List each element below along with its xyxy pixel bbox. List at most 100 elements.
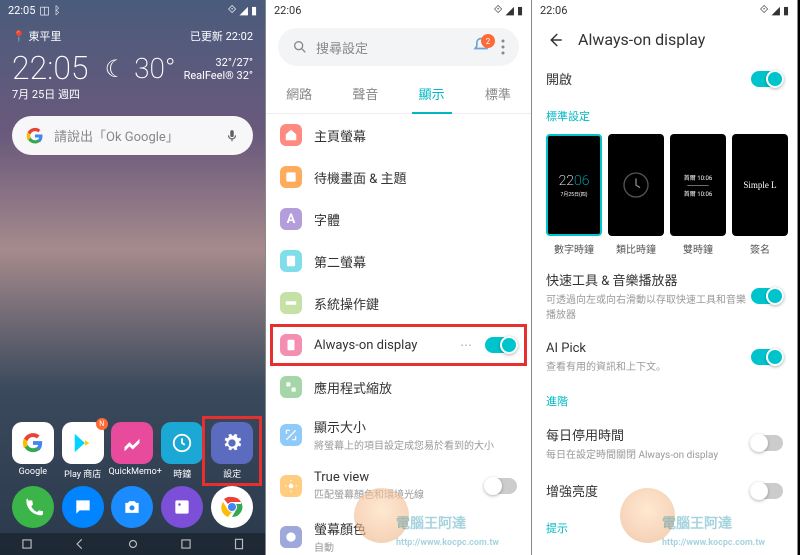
app-google[interactable]: Google xyxy=(9,422,57,480)
setting-aod[interactable]: Always-on display ⋯ xyxy=(266,324,531,366)
back-icon[interactable] xyxy=(546,31,564,49)
status-bar: 22:06 ⟐◢ ▮ xyxy=(266,0,531,20)
realfeel: RealFeel® 32° xyxy=(184,69,253,82)
setting-nav-keys[interactable]: 系統操作鍵 xyxy=(266,282,531,324)
dock xyxy=(0,486,265,531)
setting-app-scaling[interactable]: 應用程式縮放 xyxy=(266,366,531,408)
section-standard: 標準設定 xyxy=(532,98,797,130)
app-settings[interactable]: 設定 xyxy=(208,422,256,480)
clock-date: 7月 25日 週四 xyxy=(12,86,89,102)
status-time: 22:06 xyxy=(274,4,301,17)
status-bar: 22:05 ◫ ᛒ ⟐ ◢ ▮ xyxy=(0,0,265,20)
setting-font[interactable]: A字體 xyxy=(266,198,531,240)
weather-widget[interactable]: 22:05 7月 25日 週四 ☾ 30° 32°/27° RealFeel® … xyxy=(0,52,265,102)
aod-ai-pick[interactable]: AI Pick 查看有用的資訊和上下文。 xyxy=(532,331,797,383)
toggle-aipick[interactable] xyxy=(751,349,783,365)
preview-dual[interactable]: 首爾 10:06─────首爾 10:06 雙時鐘 xyxy=(670,134,726,256)
tab-sound[interactable]: 聲音 xyxy=(332,74,398,113)
watermark-cartoon xyxy=(354,488,409,543)
app-label: Google xyxy=(9,467,57,477)
signal-icon: ◢ xyxy=(505,4,513,17)
nav-back-icon[interactable] xyxy=(73,537,87,551)
settings-tabs: 網路 聲音 顯示 標準 xyxy=(266,74,531,114)
nfc-icon: ⟐ xyxy=(760,3,769,17)
app-clock[interactable]: 時鐘 xyxy=(158,422,206,480)
battery-icon: ▮ xyxy=(783,4,789,17)
nav-home-icon[interactable] xyxy=(126,537,140,551)
settings-list: 主頁螢幕 待機畫面 & 主題 A字體 第二螢幕 系統操作鍵 Always-on … xyxy=(266,114,531,555)
google-icon xyxy=(26,127,44,145)
search-icon xyxy=(292,39,308,55)
toggle-quick[interactable] xyxy=(751,288,783,304)
toggle-trueview[interactable] xyxy=(485,478,517,494)
more-icon[interactable] xyxy=(501,39,505,55)
aod-daily-off[interactable]: 每日停用時間 每日在設定時間關閉 Always-on display xyxy=(532,415,797,471)
nav-bar xyxy=(0,533,265,555)
location-text: 東平里 xyxy=(28,30,61,43)
dock-chrome[interactable] xyxy=(211,486,253,528)
signal-icon: ◢ xyxy=(771,4,779,17)
mic-icon[interactable] xyxy=(225,129,239,143)
bluetooth-icon: ᛒ xyxy=(54,4,61,17)
preview-signature[interactable]: Simple L 簽名 xyxy=(732,134,788,256)
aod-enable-row[interactable]: 開啟 xyxy=(532,59,797,98)
toggle-enable[interactable] xyxy=(751,71,783,87)
page-header: Always-on display xyxy=(532,20,797,59)
app-label: QuickMemo+ xyxy=(108,467,156,477)
watermark-cartoon xyxy=(620,488,675,543)
clock-time: 22:05 xyxy=(12,52,89,84)
notification-bell[interactable]: 2 xyxy=(471,36,493,58)
enable-label: 開啟 xyxy=(546,69,751,88)
nfc-icon: ⟐ xyxy=(228,3,237,17)
temperature: 30° xyxy=(134,52,175,85)
dock-gallery[interactable] xyxy=(161,486,203,528)
nav-recents-icon[interactable] xyxy=(179,537,193,551)
nav-overview-icon[interactable] xyxy=(20,537,34,551)
setting-second-screen[interactable]: 第二螢幕 xyxy=(266,240,531,282)
nav-sim-icon[interactable] xyxy=(232,537,246,551)
tab-display[interactable]: 顯示 xyxy=(399,74,465,113)
google-search-bar[interactable]: 請說出「Ok Google」 xyxy=(12,116,253,155)
status-bar: 22:06 ⟐◢▮ xyxy=(532,0,797,20)
app-label: 時鐘 xyxy=(158,467,206,480)
dock-phone[interactable] xyxy=(12,486,54,528)
toggle-aod[interactable] xyxy=(485,337,517,353)
dock-messages[interactable] xyxy=(62,486,104,528)
battery-icon: ▮ xyxy=(517,4,523,17)
updated-text: 已更新 22:02 xyxy=(190,28,253,44)
app-label: Play 商店 xyxy=(59,467,107,480)
phone-aod-settings: 22:06 ⟐◢▮ Always-on display 開啟 標準設定 2206… xyxy=(532,0,798,555)
toggle-bright[interactable] xyxy=(751,483,783,499)
temp-range: 32°/27° xyxy=(184,56,253,69)
section-advanced: 進階 xyxy=(532,383,797,415)
search-placeholder: 搜尋設定 xyxy=(316,38,463,57)
toggle-daily[interactable] xyxy=(751,435,783,451)
search-placeholder: 請說出「Ok Google」 xyxy=(54,126,215,145)
setting-home-screen[interactable]: 主頁螢幕 xyxy=(266,114,531,156)
status-time: 22:05 xyxy=(8,4,35,17)
location-row: 📍 東平里 已更新 22:02 xyxy=(0,20,265,52)
location-pin-icon: 📍 xyxy=(12,30,26,43)
aod-description[interactable]: 說明 xyxy=(532,542,797,555)
dock-camera[interactable] xyxy=(111,486,153,528)
app-play-store[interactable]: N Play 商店 xyxy=(59,422,107,480)
phone-settings-display: 22:06 ⟐◢ ▮ 搜尋設定 2 網路 聲音 顯示 標準 主頁螢幕 待機畫面 &… xyxy=(266,0,532,555)
weather-moon-icon: ☾ xyxy=(105,55,127,83)
phone-home-screen: 22:05 ◫ ᛒ ⟐ ◢ ▮ 📍 東平里 已更新 22:02 22:05 7月… xyxy=(0,0,266,555)
battery-icon: ▮ xyxy=(251,4,257,17)
tab-network[interactable]: 網路 xyxy=(266,74,332,113)
signal-icon: ◢ xyxy=(239,4,247,17)
nfc-icon: ⟐ xyxy=(494,3,503,17)
badge-count: 2 xyxy=(481,34,495,48)
aod-quick-tools[interactable]: 快速工具 & 音樂播放器 可透過向左或向右滑動以存取快速工具和音樂播放器 xyxy=(532,260,797,331)
setting-display-size[interactable]: 顯示大小將螢幕上的項目設定成您易於看到的大小 xyxy=(266,408,531,461)
setting-lock-theme[interactable]: 待機畫面 & 主題 xyxy=(266,156,531,198)
app-row: Google N Play 商店 QuickMemo+ 時鐘 設定 xyxy=(0,422,265,480)
nfc-icon: ◫ xyxy=(39,4,49,17)
preview-digital[interactable]: 22067月25日(四) 數字時鐘 xyxy=(546,134,602,256)
settings-search[interactable]: 搜尋設定 2 xyxy=(278,28,519,66)
preview-analog[interactable]: 類比時鐘 xyxy=(608,134,664,256)
tab-general[interactable]: 標準 xyxy=(465,74,531,113)
app-quickmemo[interactable]: QuickMemo+ xyxy=(108,422,156,480)
page-title: Always-on display xyxy=(578,30,705,49)
